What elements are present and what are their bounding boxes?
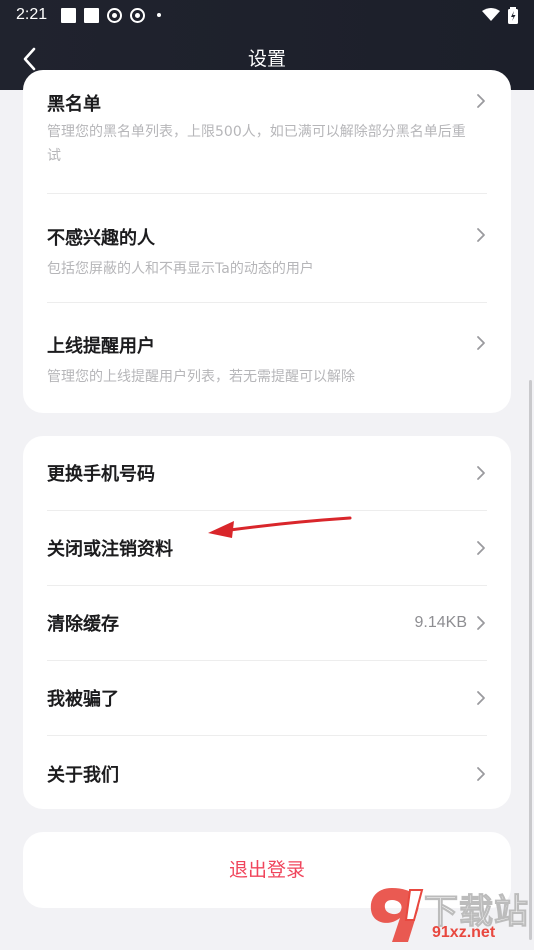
notification-square-icon	[84, 7, 100, 23]
chevron-right-icon	[477, 466, 485, 480]
online-reminder-item[interactable]: 上线提醒用户 管理您的上线提醒用户列表，若无需提醒可以解除	[47, 303, 487, 413]
notification-square-icon	[61, 7, 77, 23]
chevron-right-icon	[477, 94, 485, 108]
item-title: 上线提醒用户	[47, 336, 155, 357]
status-time: 2:21	[16, 6, 48, 23]
battery-icon	[508, 6, 518, 24]
item-description: 包括您屏蔽的人和不再显示Ta的动态的用户	[47, 261, 314, 277]
scrollbar[interactable]	[529, 380, 532, 940]
chevron-right-icon	[477, 228, 485, 242]
change-phone-row[interactable]: 更换手机号码	[47, 436, 487, 511]
watermark-url: 91xz.net	[432, 924, 496, 941]
notification-app-icon	[107, 7, 123, 23]
privacy-settings-card: 黑名单 管理您的黑名单列表，上限500人，如已满可以解除部分黑名单后重试 不感兴…	[23, 70, 511, 413]
more-notifications-dot-icon	[157, 13, 162, 17]
chevron-right-icon	[477, 766, 485, 781]
blacklist-item[interactable]: 黑名单 管理您的黑名单列表，上限500人，如已满可以解除部分黑名单后重试	[47, 90, 487, 194]
row-title: 我被骗了	[47, 689, 119, 710]
chevron-right-icon	[477, 616, 485, 630]
scammed-report-row[interactable]: 我被骗了	[47, 661, 487, 736]
chevron-right-icon	[477, 336, 485, 350]
row-title: 清除缓存	[47, 614, 119, 635]
item-title: 黑名单	[47, 94, 101, 115]
clear-cache-row[interactable]: 清除缓存 9.14KB	[47, 586, 487, 661]
not-interested-item[interactable]: 不感兴趣的人 包括您屏蔽的人和不再显示Ta的动态的用户	[47, 194, 487, 303]
chevron-right-icon	[477, 541, 485, 555]
account-settings-card: 更换手机号码 关闭或注销资料 清除缓存 9.14KB 我被骗了 关于我们	[23, 436, 511, 809]
about-us-row[interactable]: 关于我们	[47, 736, 487, 809]
item-title: 不感兴趣的人	[47, 228, 155, 249]
item-description: 管理您的上线提醒用户列表，若无需提醒可以解除	[47, 369, 355, 385]
row-title: 关于我们	[47, 764, 119, 786]
chevron-right-icon	[477, 691, 485, 705]
item-description: 管理您的黑名单列表，上限500人，如已满可以解除部分黑名单后重试	[47, 124, 466, 164]
watermark-logo-icon	[370, 888, 424, 942]
notification-app-icon	[130, 7, 146, 23]
row-title: 更换手机号码	[47, 464, 155, 485]
annotation-arrow-icon	[208, 516, 352, 538]
cache-size-value: 9.14KB	[414, 614, 467, 631]
status-bar: 2:21	[0, 0, 534, 30]
wifi-icon	[482, 8, 500, 21]
